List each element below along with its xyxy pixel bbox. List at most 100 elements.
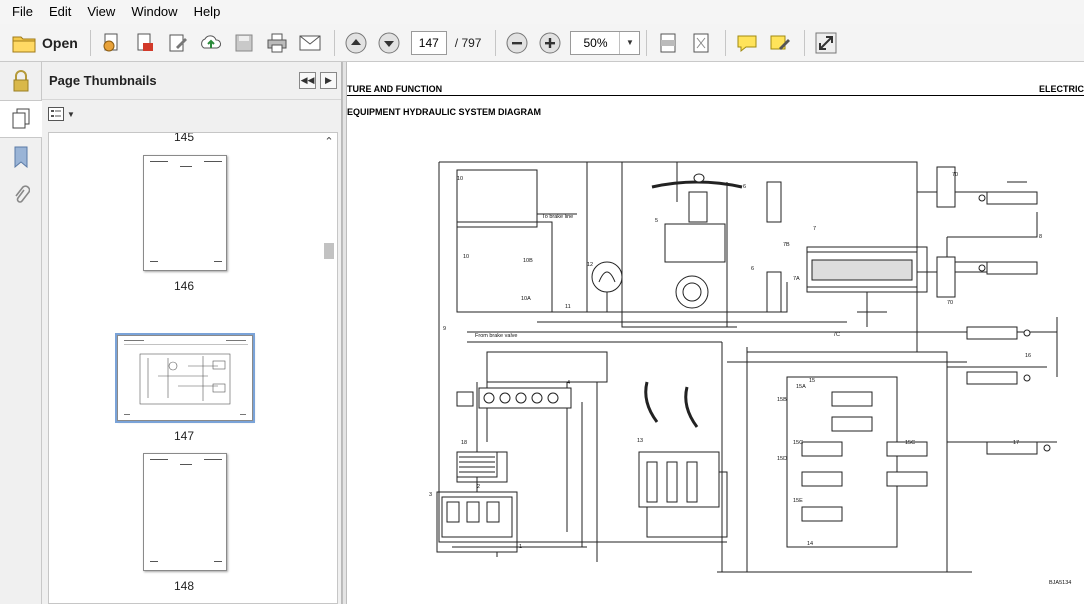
plus-circle-icon xyxy=(539,32,561,53)
next-page-button[interactable] xyxy=(374,28,404,58)
label-18: 18 xyxy=(461,440,467,446)
fit-page-button[interactable] xyxy=(686,28,716,58)
previous-page-button[interactable] xyxy=(341,28,371,58)
lock-button[interactable] xyxy=(0,62,42,100)
document-view[interactable]: TURE AND FUNCTION ELECTRIC EQUIPMENT HYD… xyxy=(347,62,1084,604)
export-pdf-icon xyxy=(137,33,153,51)
label-15a: 15A xyxy=(796,384,806,390)
navigation-rail xyxy=(0,62,42,604)
attachments-tab[interactable] xyxy=(0,176,42,214)
create-pdf-icon xyxy=(103,33,118,51)
toolbar-separator xyxy=(804,29,806,56)
label-70-top: 70 xyxy=(952,172,958,178)
open-label: Open xyxy=(42,34,78,51)
collapse-panel-button[interactable]: ◀◀ xyxy=(299,72,316,89)
label-7c: 7C xyxy=(833,332,840,338)
panel-title: Page Thumbnails xyxy=(49,73,157,88)
label-10-top: 10 xyxy=(457,176,463,182)
highlighter-icon xyxy=(770,35,791,50)
label-10b: 10B xyxy=(523,258,533,264)
print-button[interactable] xyxy=(262,28,292,58)
cloud-upload-icon xyxy=(200,34,221,48)
thumbnail-options-button[interactable]: ▼ xyxy=(48,107,75,121)
diagram-thumbnail-preview xyxy=(124,340,248,415)
label-15b: 15B xyxy=(777,397,787,403)
create-pdf-button[interactable] xyxy=(97,28,127,58)
scrollbar-thumb[interactable] xyxy=(324,243,334,259)
pdf-reader-window: File Edit View Window Help Open 147 / 79… xyxy=(0,0,1084,604)
zoom-in-button[interactable] xyxy=(535,28,565,58)
email-button[interactable] xyxy=(295,28,325,58)
open-button[interactable]: Open xyxy=(6,28,84,58)
label-6-top: 6 xyxy=(743,184,746,190)
highlight-button[interactable] xyxy=(765,28,795,58)
list-options-icon xyxy=(48,107,64,121)
expand-button[interactable] xyxy=(811,28,841,58)
bookmarks-tab[interactable] xyxy=(0,138,42,176)
label-7b: 7B xyxy=(783,242,790,248)
zoom-out-button[interactable] xyxy=(502,28,532,58)
label-15d: 15D xyxy=(777,456,787,462)
thumbnail-page-148[interactable] xyxy=(143,453,227,571)
hydraulic-system-diagram: To brake line From brake valve 1 2 3 4 5… xyxy=(429,161,1071,586)
edit-pdf-button[interactable] xyxy=(163,28,193,58)
upload-cloud-button[interactable] xyxy=(196,28,226,58)
speech-bubble-icon xyxy=(737,35,757,52)
doc-header-right: ELECTRIC xyxy=(1039,84,1084,94)
label-7: 7 xyxy=(813,226,816,232)
thumbnail-page-label: 148 xyxy=(173,579,195,593)
toolbar: Open 147 / 797 50% ▼ xyxy=(0,24,1084,62)
header-rule xyxy=(347,95,1084,96)
scroll-up-icon[interactable]: ⌃ xyxy=(321,133,337,149)
panel-header: Page Thumbnails ◀◀ ▶ xyxy=(42,62,341,100)
label-14: 14 xyxy=(807,541,813,547)
label-from-brake-valve: From brake valve xyxy=(475,333,518,339)
save-icon xyxy=(235,34,253,51)
toolbar-separator xyxy=(89,29,91,56)
label-15c-left: 15C xyxy=(793,440,803,446)
fit-width-icon xyxy=(660,33,676,52)
page-total: / 797 xyxy=(454,35,482,50)
thumbnail-page-147[interactable] xyxy=(115,333,255,423)
pages-icon xyxy=(12,108,30,129)
toolbar-separator xyxy=(333,29,335,56)
comment-button[interactable] xyxy=(732,28,762,58)
label-11: 11 xyxy=(565,304,571,310)
envelope-icon xyxy=(299,35,321,50)
label-15: 15 xyxy=(809,378,815,384)
label-4: 4 xyxy=(567,380,570,386)
minus-circle-icon xyxy=(506,32,528,53)
thumbnail-list[interactable]: ⌃ 145 146 147 148 xyxy=(48,132,338,604)
doc-title: EQUIPMENT HYDRAULIC SYSTEM DIAGRAM xyxy=(347,107,542,117)
panel-arrow-right-button[interactable]: ▶ xyxy=(320,72,337,89)
label-15c-right: 15C xyxy=(905,440,915,446)
label-2: 2 xyxy=(477,484,480,490)
menu-edit[interactable]: Edit xyxy=(41,0,79,24)
menu-help[interactable]: Help xyxy=(186,0,229,24)
toolbar-separator xyxy=(725,29,727,56)
fit-width-button[interactable] xyxy=(653,28,683,58)
folder-icon xyxy=(12,36,36,52)
thumbnail-page-label: 146 xyxy=(173,279,195,293)
label-15e: 15E xyxy=(793,498,803,504)
arrow-up-icon xyxy=(345,32,367,53)
label-6-bottom: 6 xyxy=(751,266,754,272)
menu-file[interactable]: File xyxy=(4,0,41,24)
label-10-middle: 10 xyxy=(463,254,469,260)
page-thumbnails-tab[interactable] xyxy=(0,100,42,138)
export-pdf-button[interactable] xyxy=(130,28,160,58)
save-button[interactable] xyxy=(229,28,259,58)
label-7a: 7A xyxy=(793,276,800,282)
menu-view[interactable]: View xyxy=(79,0,123,24)
edit-pdf-icon xyxy=(169,34,187,51)
zoom-select[interactable]: 50% ▼ xyxy=(570,30,641,55)
chevron-down-icon: ▼ xyxy=(67,109,75,119)
menu-window[interactable]: Window xyxy=(123,0,185,24)
label-12: 12 xyxy=(587,262,593,268)
label-to-brake-line: To brake line xyxy=(542,214,573,220)
page-number-input[interactable]: 147 xyxy=(410,30,447,55)
expand-arrows-icon xyxy=(815,32,837,53)
chevron-down-icon[interactable]: ▼ xyxy=(619,31,639,54)
label-70-bottom: 70 xyxy=(947,300,953,306)
thumbnail-page-146[interactable] xyxy=(143,155,227,271)
